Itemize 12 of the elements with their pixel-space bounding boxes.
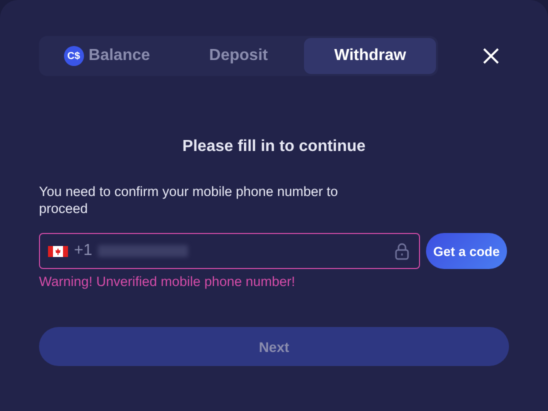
get-code-button[interactable]: Get a code [426, 233, 507, 269]
instruction-text: You need to confirm your mobile phone number to proceed [39, 183, 339, 217]
flag-icon [48, 246, 68, 256]
tab[interactable]: Withdraw [304, 38, 436, 74]
warning-text: Warning! Unverified mobile phone number! [39, 274, 296, 289]
country-code: +1 [74, 242, 92, 260]
tab[interactable]: C$ Balance [41, 38, 173, 74]
tab[interactable]: Deposit [172, 38, 304, 74]
heading: Please fill in to continue [182, 138, 366, 156]
phone-field[interactable]: +1 [39, 233, 420, 269]
coin-icon: C$ [64, 46, 84, 66]
close-button[interactable] [482, 47, 500, 65]
